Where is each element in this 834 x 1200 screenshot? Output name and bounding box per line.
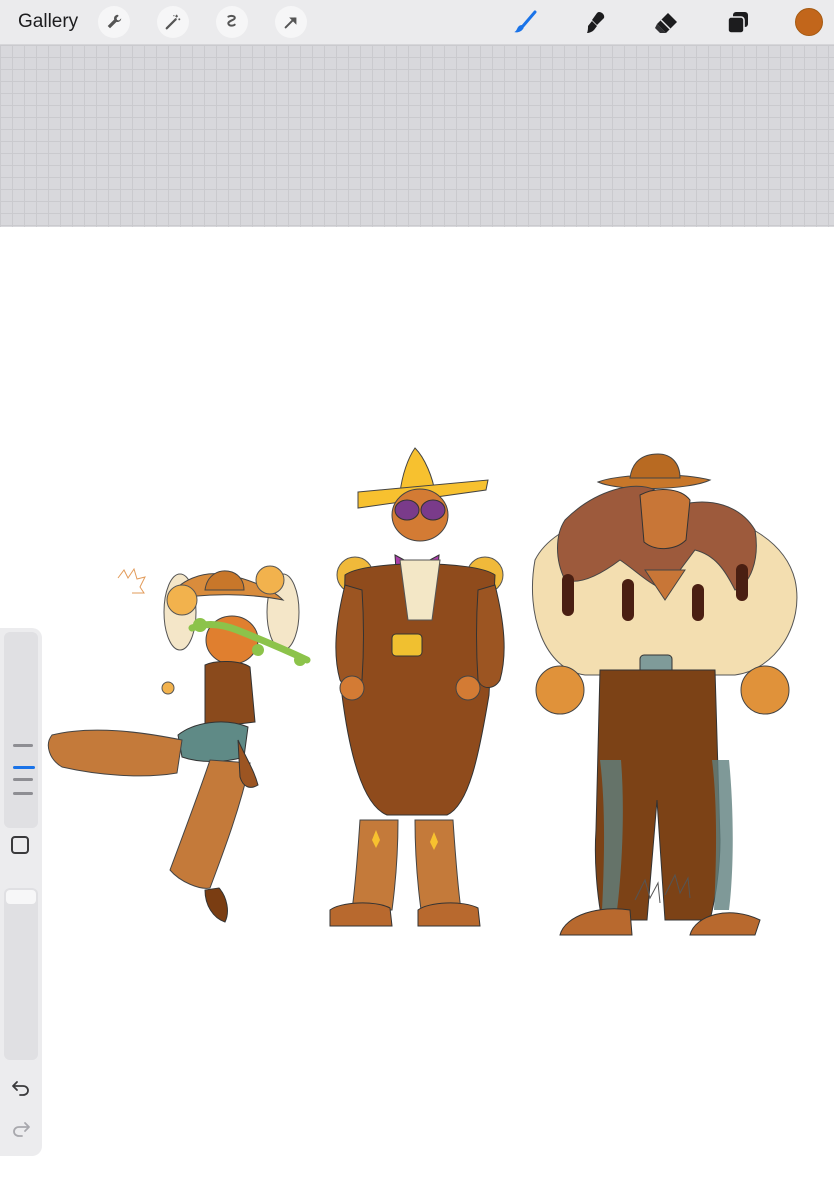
canvas-background-grid: [0, 45, 834, 227]
slider-tick: [13, 778, 33, 781]
selection-icon[interactable]: [216, 6, 248, 38]
eraser-icon[interactable]: [650, 7, 682, 39]
slider-tick: [13, 792, 33, 795]
brush-size-slider[interactable]: [4, 632, 38, 828]
undo-icon[interactable]: [9, 1075, 33, 1099]
slider-tick: [13, 744, 33, 747]
sketch-artwork: [47, 447, 798, 936]
opacity-slider[interactable]: [4, 888, 38, 1060]
redo-icon[interactable]: [9, 1116, 33, 1140]
brush-size-thumb[interactable]: [13, 766, 35, 769]
transform-arrow-icon[interactable]: [275, 6, 307, 38]
character-right: [531, 453, 798, 936]
wrench-icon[interactable]: [98, 6, 130, 38]
magic-wand-icon[interactable]: [157, 6, 189, 38]
modify-button[interactable]: [11, 836, 29, 854]
brush-icon[interactable]: [509, 7, 541, 39]
character-left: [47, 565, 311, 923]
character-middle: [329, 447, 505, 927]
opacity-thumb[interactable]: [6, 890, 36, 904]
smudge-icon[interactable]: [580, 7, 612, 39]
gallery-button[interactable]: Gallery: [18, 11, 78, 33]
top-toolbar: Gallery: [0, 0, 834, 45]
left-sidebar: [0, 628, 42, 1156]
color-swatch[interactable]: [795, 8, 823, 36]
layers-icon[interactable]: [722, 7, 754, 39]
drawing-canvas[interactable]: [0, 227, 834, 1200]
